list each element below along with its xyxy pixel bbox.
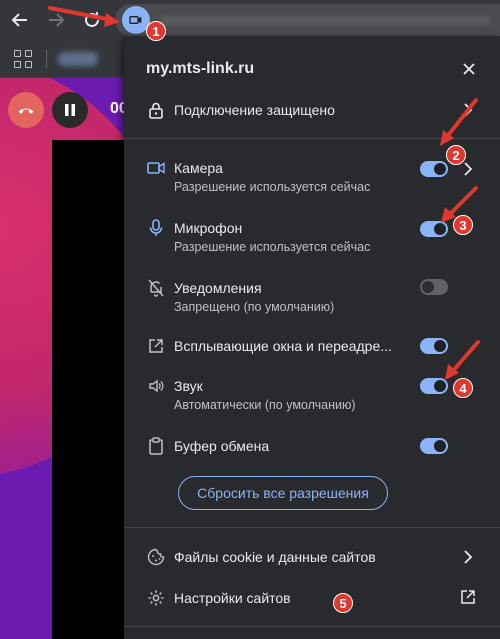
cookie-icon bbox=[146, 547, 166, 567]
chevron-right-icon[interactable] bbox=[460, 549, 476, 565]
browser-window: 00 my.mts-link.ru Подключение защищено К… bbox=[0, 0, 500, 639]
speaker-icon bbox=[146, 376, 166, 396]
notifications-toggle[interactable] bbox=[420, 279, 448, 295]
address-bar[interactable] bbox=[115, 4, 500, 36]
arrow-left-icon bbox=[11, 13, 27, 27]
close-icon bbox=[463, 63, 475, 75]
divider bbox=[124, 138, 500, 139]
bell-off-icon bbox=[146, 278, 166, 298]
permission-camera-title: Камера bbox=[174, 160, 223, 176]
clipboard-icon bbox=[146, 436, 166, 456]
phone-hangup-icon bbox=[18, 108, 34, 114]
lock-icon bbox=[146, 100, 166, 120]
chevron-right-icon[interactable] bbox=[460, 102, 476, 118]
blurred-bookmark[interactable] bbox=[58, 52, 98, 66]
annotation-badge-1: 1 bbox=[146, 21, 166, 41]
open-external-icon[interactable] bbox=[460, 589, 476, 605]
permission-notifications-status: Запрещено (по умолчанию) bbox=[174, 300, 335, 314]
chevron-right-icon[interactable] bbox=[460, 161, 476, 177]
camera-toggle[interactable] bbox=[420, 161, 448, 177]
reset-permissions-button[interactable]: Сбросить все разрешения bbox=[178, 476, 388, 510]
camera-icon bbox=[146, 158, 166, 178]
permission-microphone-title: Микрофон bbox=[174, 220, 243, 236]
camera-icon bbox=[129, 16, 142, 24]
external-window-icon bbox=[146, 336, 166, 356]
bookmarks-divider bbox=[46, 50, 47, 68]
permission-sound-status: Автоматически (по умолчанию) bbox=[174, 398, 356, 412]
site-permissions-popup: my.mts-link.ru Подключение защищено Каме… bbox=[124, 36, 500, 639]
site-domain-title: my.mts-link.ru bbox=[146, 60, 255, 77]
close-button[interactable] bbox=[458, 58, 480, 80]
permission-microphone-status: Разрешение используется сейчас bbox=[174, 240, 371, 254]
site-settings-link[interactable]: Настройки сайтов bbox=[174, 590, 291, 606]
permission-camera-status: Разрешение используется сейчас bbox=[174, 180, 371, 194]
microphone-icon bbox=[146, 218, 166, 238]
permission-notifications-title: Уведомления bbox=[174, 280, 262, 296]
popups-toggle[interactable] bbox=[420, 338, 448, 354]
cookies-link[interactable]: Файлы cookie и данные сайтов bbox=[174, 549, 376, 565]
reload-icon bbox=[85, 12, 99, 27]
blurred-url bbox=[160, 16, 490, 25]
microphone-toggle[interactable] bbox=[420, 221, 448, 237]
browser-toolbar bbox=[0, 0, 500, 40]
divider bbox=[124, 527, 500, 528]
arrow-right-icon bbox=[49, 13, 65, 27]
video-area bbox=[52, 140, 127, 639]
clipboard-toggle[interactable] bbox=[420, 438, 448, 454]
sound-toggle[interactable] bbox=[420, 378, 448, 394]
pause-button[interactable] bbox=[52, 92, 88, 128]
annotation-badge-4: 4 bbox=[453, 378, 473, 398]
connection-status[interactable]: Подключение защищено bbox=[174, 102, 335, 118]
apps-grid-icon[interactable] bbox=[14, 50, 32, 68]
end-call-button[interactable] bbox=[8, 92, 44, 128]
reload-button[interactable] bbox=[80, 8, 104, 32]
gear-icon bbox=[146, 588, 166, 608]
permission-popups-title: Всплывающие окна и переадре... bbox=[174, 338, 392, 354]
forward-button[interactable] bbox=[44, 8, 68, 32]
annotation-badge-2: 2 bbox=[446, 145, 466, 165]
back-button[interactable] bbox=[8, 8, 32, 32]
annotation-badge-5: 5 bbox=[333, 593, 353, 613]
divider bbox=[124, 626, 500, 627]
annotation-badge-3: 3 bbox=[453, 215, 473, 235]
permission-sound-title: Звук bbox=[174, 378, 203, 394]
permission-clipboard-title: Буфер обмена bbox=[174, 438, 270, 454]
pause-icon bbox=[65, 104, 75, 116]
